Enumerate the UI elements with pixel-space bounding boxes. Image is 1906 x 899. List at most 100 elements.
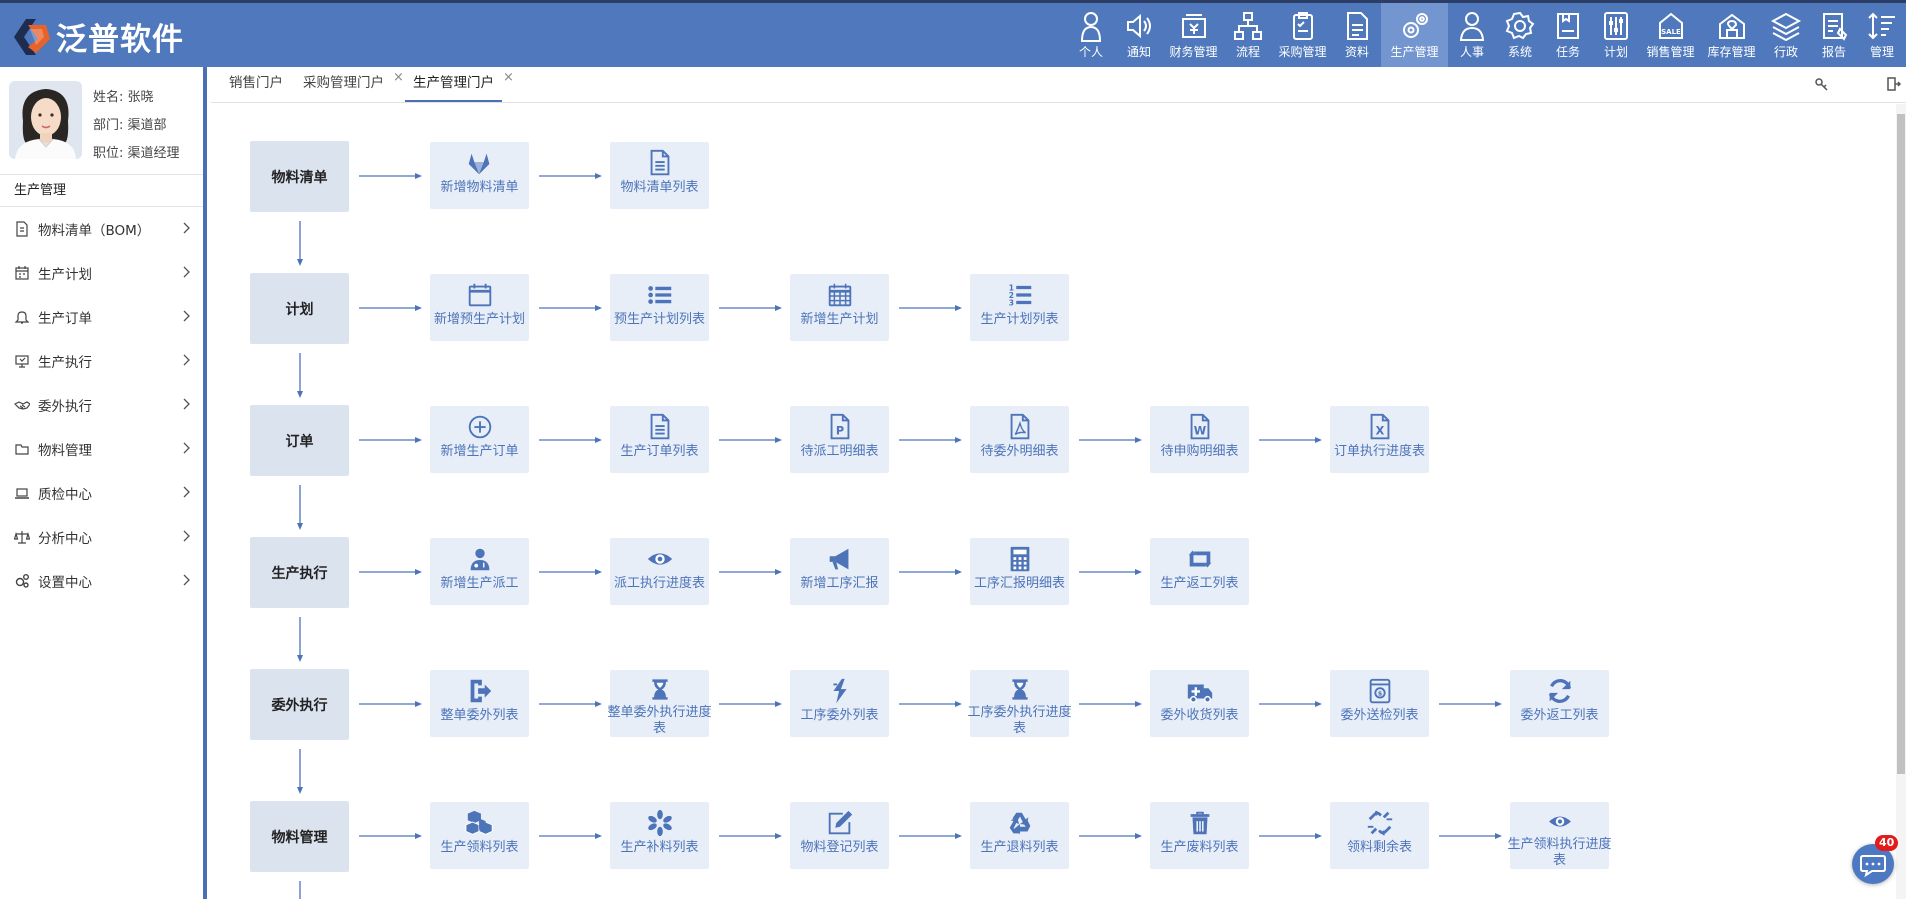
flow-node[interactable]: 领料剩余表 [1330,802,1429,869]
flow-node[interactable]: 预生产计划列表 [610,274,709,341]
nav-item-8[interactable]: 系统 [1496,3,1544,67]
nav-item-7[interactable]: 人事 [1448,3,1496,67]
tab-purchase-portal[interactable]: 采购管理门户 × [303,67,404,102]
tab-label: 生产管理门户 [413,75,494,91]
vertical-scrollbar[interactable] [1896,104,1906,899]
flow-node-label: 整单委外执行进度表 [607,705,712,736]
file-text-icon [650,149,669,176]
tab-close-icon[interactable]: × [503,61,514,94]
sidebar-item-label: 委外执行 [38,399,92,415]
flow-node[interactable]: 委外收货列表 [1150,670,1249,737]
flow-node-label: 委外送检列表 [1340,708,1419,723]
flow-node[interactable]: 物料清单列表 [610,142,709,209]
avatar-photo-icon [9,81,82,159]
sidebar-item-7[interactable]: 分析中心 [0,515,203,559]
sidebar-item-5[interactable]: 物料管理 [0,427,203,471]
flow-arrow-right [1079,701,1142,707]
nav-item-6[interactable]: 生产管理 [1381,3,1448,67]
flow-node[interactable]: 生产退料列表 [970,802,1069,869]
person-icon [1080,12,1102,42]
nav-item-3[interactable]: 流程 [1224,3,1272,67]
exit-icon[interactable] [1887,77,1901,91]
flow-node[interactable]: 新增生产派工 [430,538,529,605]
flow-node[interactable]: 生产补料列表 [610,802,709,869]
sidebar-item-2[interactable]: 生产订单 [0,295,203,339]
flow-node[interactable]: 生产订单列表 [610,406,709,473]
nav-item-4[interactable]: 采购管理 [1272,3,1333,67]
flow-node[interactable]: 委外返工列表 [1510,670,1609,737]
flow-node[interactable]: 1 2 3 生产计划列表 [970,274,1069,341]
flow-node[interactable]: P 待派工明细表 [790,406,889,473]
file-pdf-icon [1010,413,1029,440]
category-label: 订单 [285,433,314,450]
nav-item-15[interactable]: 管理 [1858,3,1906,67]
avatar[interactable] [9,81,82,159]
flow-category-5: 物料管理 [250,801,349,872]
flow-arrow-down [296,485,303,530]
flow-arrow-right [719,437,782,443]
nav-item-1[interactable]: 通知 [1115,3,1163,67]
nav-item-13[interactable]: 行政 [1762,3,1810,67]
nav-item-2[interactable]: 财务管理 [1163,3,1224,67]
scrollbar-thumb[interactable] [1897,114,1905,774]
flow-node[interactable]: 整单委外执行进度表 [607,670,712,737]
flow-node[interactable]: 整单委外列表 [430,670,529,737]
flow-node[interactable]: 生产废料列表 [1150,802,1249,869]
tab-close-icon[interactable]: × [393,61,404,94]
chevron-right-icon [183,266,190,278]
flow-node[interactable]: 新增物料清单 [430,142,529,209]
user-md-icon [470,548,489,571]
chevron-right-icon [183,310,190,322]
flow-node[interactable]: 生产领料列表 [430,802,529,869]
ordered-list-icon: 123 [1008,283,1031,307]
flow-node[interactable]: 新增工序汇报 [790,538,889,605]
flow-node[interactable]: 生产领料执行进度表 [1507,802,1612,869]
flow-node[interactable]: 工序汇报明细表 [970,538,1069,605]
key-icon[interactable] [1815,77,1829,91]
sidebar-item-6[interactable]: 质检中心 [0,471,203,515]
nav-item-11[interactable]: SALE 销售管理 [1640,3,1701,67]
sidebar-item-8[interactable]: 设置中心 [0,559,203,603]
chevron-right-icon [183,398,190,410]
flow-node[interactable]: 新增生产订单 [430,406,529,473]
nav-item-5[interactable]: 资料 [1333,3,1381,67]
flow-node-label: 待申购明细表 [1160,444,1239,459]
flow-node[interactable]: 生产返工列表 [1150,538,1249,605]
flow-node-label: 生产领料执行进度表 [1507,837,1612,868]
flow-node-label: 生产订单列表 [620,444,699,459]
flow-arrow-right [539,701,602,707]
flow-node[interactable]: 工序委外执行进度表 [968,670,1072,737]
nav-item-10[interactable]: 计划 [1592,3,1640,67]
flow-node[interactable]: 工序委外列表 [790,670,889,737]
tab-sales-portal[interactable]: 销售门户 [229,67,283,102]
nav-label: 通知 [1126,45,1151,59]
sidebar-item-1[interactable]: 生产计划 [0,251,203,295]
svg-text:3: 3 [1008,298,1013,307]
sidebar-item-0[interactable]: 物料清单（BOM） [0,207,203,251]
handshake-icon [14,401,30,410]
sidebar-item-3[interactable]: 生产执行 [0,339,203,383]
flow-node[interactable]: 派工执行进度表 [610,538,709,605]
flow-node-label: 生产返工列表 [1160,576,1239,591]
flow-arrow-right [1079,833,1142,839]
nav-item-9[interactable]: 任务 [1544,3,1592,67]
nav-item-12[interactable]: 库存管理 [1701,3,1762,67]
flow-node[interactable]: 新增预生产计划 [430,274,529,341]
flow-node[interactable]: X 订单执行进度表 [1330,406,1429,473]
chevron-right-icon [183,530,190,542]
nav-item-14[interactable]: 报告 [1810,3,1858,67]
flow-node[interactable]: 新增生产计划 [790,274,889,341]
speaker-icon [1127,13,1151,39]
tab-production-portal[interactable]: 生产管理门户 × [405,67,514,102]
flow-arrow-right [359,833,422,839]
calculator-icon [1010,546,1029,572]
sidebar-item-4[interactable]: 委外执行 [0,383,203,427]
flow-node[interactable]: 待委外明细表 [970,406,1069,473]
sidebar: 姓名: 张晓 部门: 渠道部 职位: 渠道经理 生产管理 物料清单（BOM） 生产… [0,67,207,899]
flow-node[interactable]: W 待申购明细表 [1150,406,1249,473]
flow-node[interactable]: 物料登记列表 [790,802,889,869]
nav-item-0[interactable]: 个人 [1067,3,1115,67]
file-p-icon: P [830,413,849,440]
nav-label: 库存管理 [1707,45,1756,59]
flow-node[interactable]: $ 委外送检列表 [1330,670,1429,737]
